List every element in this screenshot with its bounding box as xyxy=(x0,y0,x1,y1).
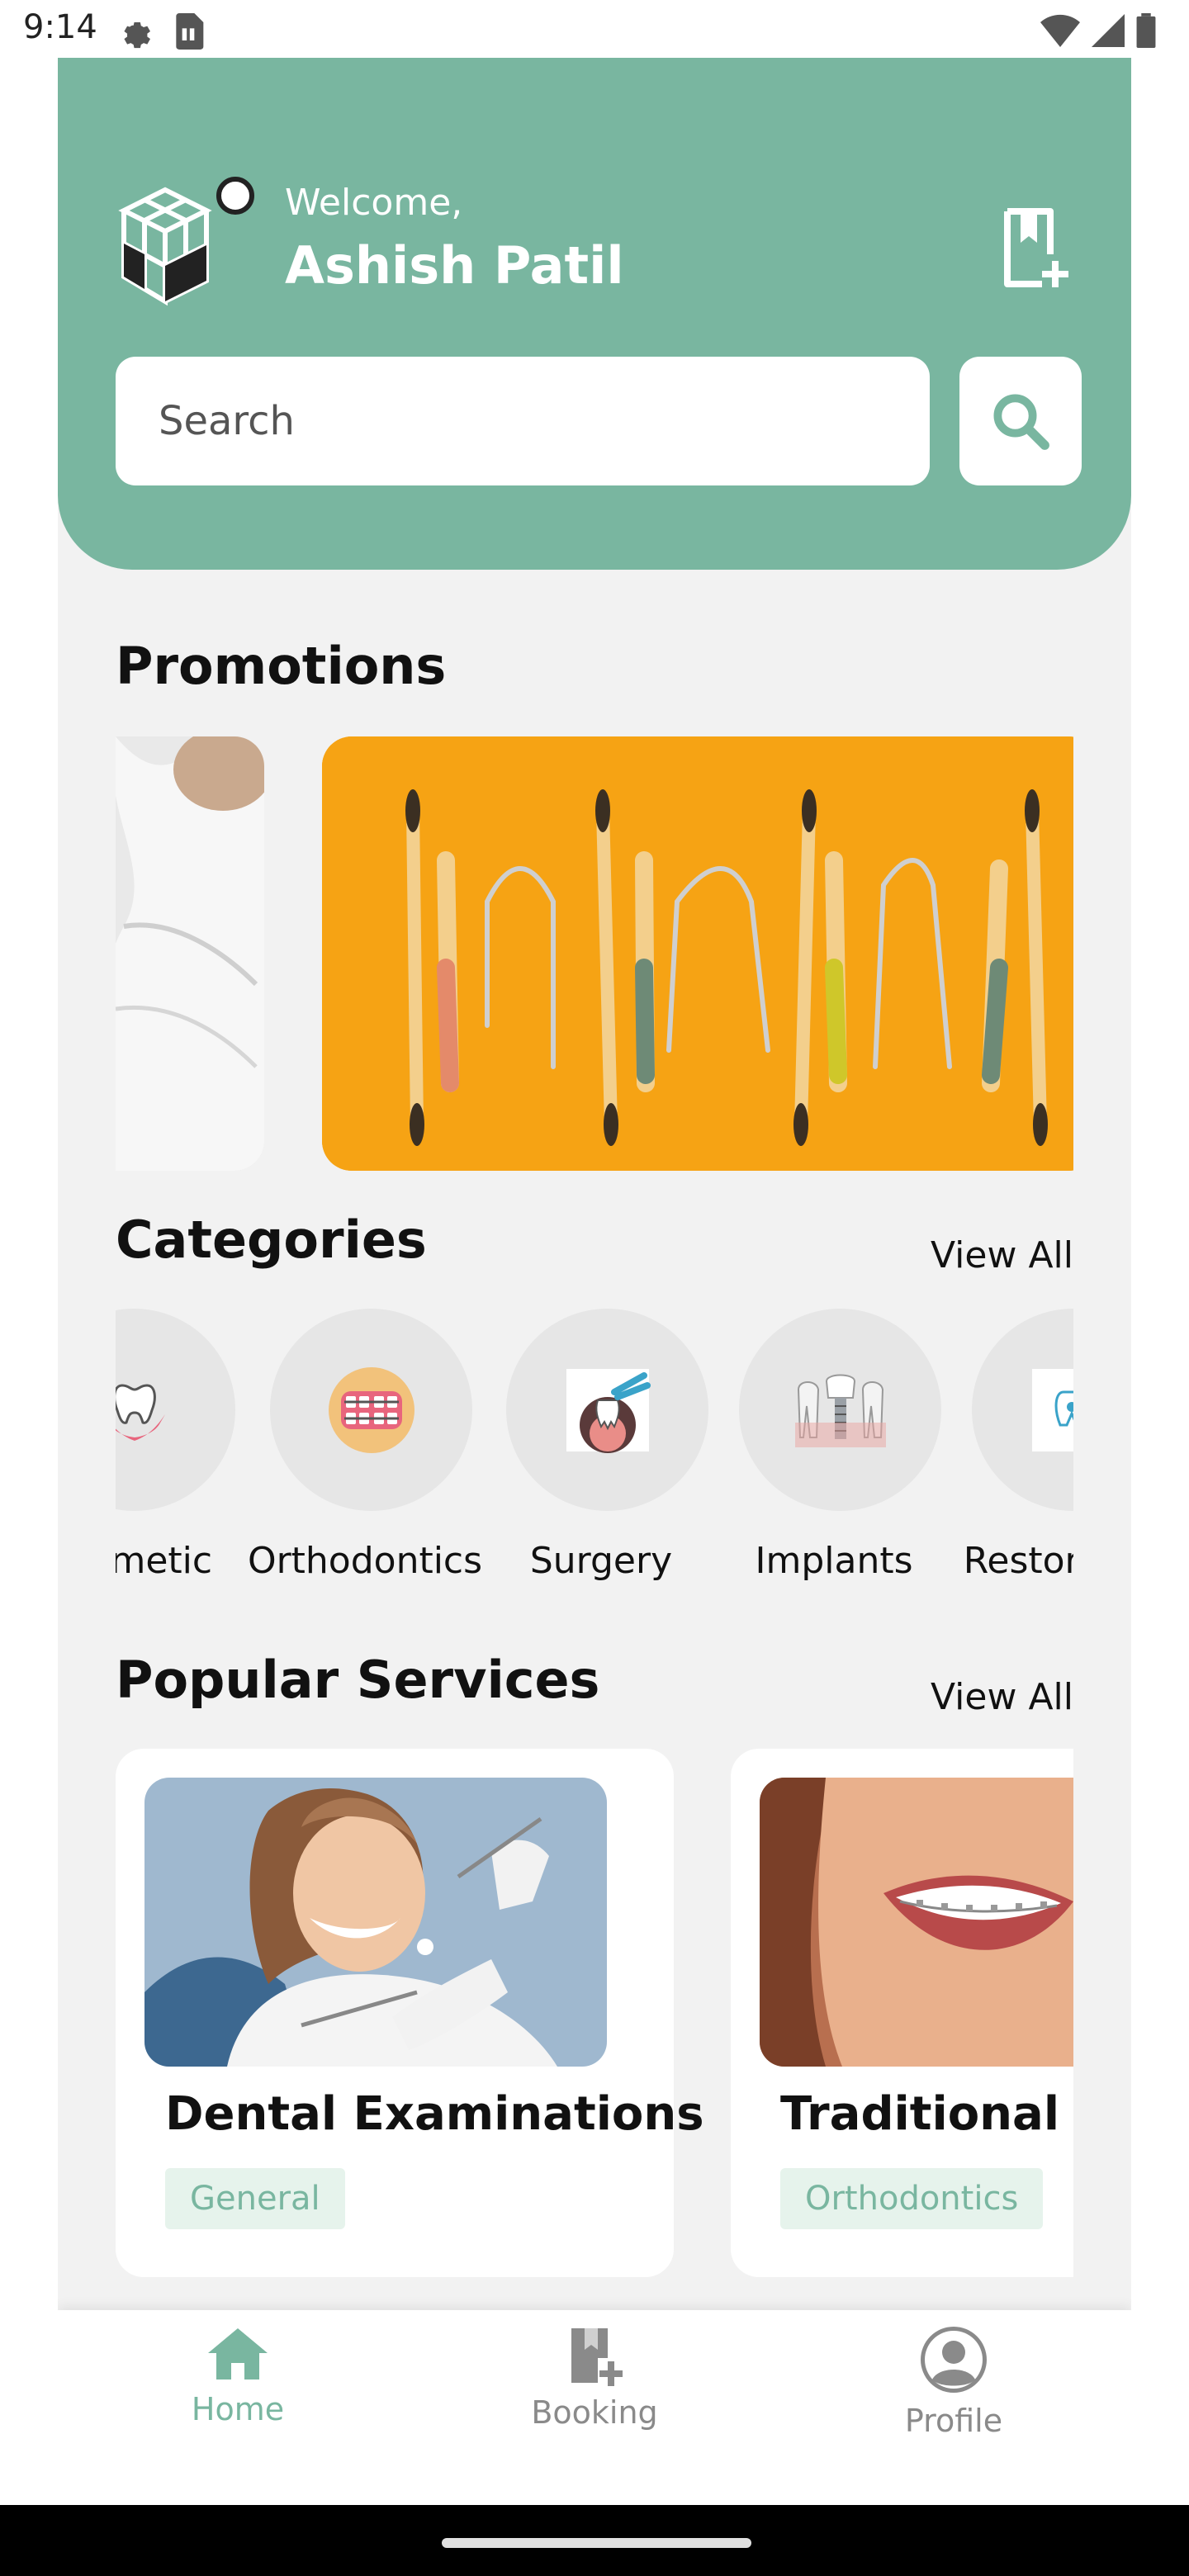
welcome-text: Welcome, xyxy=(285,182,463,224)
app-screen: Welcome, Ashish Patil Promotions xyxy=(58,58,1131,2444)
categories-carousel[interactable]: Cosmetic Orthodontics xyxy=(116,1309,1073,1606)
promotion-card[interactable] xyxy=(322,736,1073,1171)
system-navigation-bar xyxy=(0,2505,1189,2576)
category-item-restorative[interactable]: Restorative xyxy=(959,1309,1073,1606)
header: Welcome, Ashish Patil xyxy=(58,58,1131,570)
dental-examination-image xyxy=(144,1778,607,2067)
category-item-implants[interactable]: Implants xyxy=(727,1309,941,1606)
search-input[interactable] xyxy=(116,357,930,485)
status-bar: 9:14 xyxy=(0,0,1189,59)
bookmark-add-icon xyxy=(1004,208,1068,287)
service-title: Dental Examinations xyxy=(165,2087,704,2141)
username: Ashish Patil xyxy=(285,235,624,296)
service-tag: General xyxy=(165,2168,345,2229)
popular-services-carousel[interactable]: Dental Examinations General Traditional … xyxy=(116,1749,1073,2285)
sim-card-icon xyxy=(176,13,204,50)
popular-services-view-all-link[interactable]: View All xyxy=(931,1676,1073,1718)
category-label: Restorative xyxy=(963,1540,1073,1582)
signal-icon xyxy=(1092,14,1125,47)
categories-title: Categories xyxy=(116,1210,427,1270)
service-tag: Orthodontics xyxy=(780,2168,1044,2229)
popular-services-title: Popular Services xyxy=(116,1650,600,1710)
promotions-title: Promotions xyxy=(116,636,447,696)
promotion-card[interactable] xyxy=(116,736,264,1171)
promotion-image xyxy=(116,736,264,1171)
nav-label: Home xyxy=(191,2391,285,2427)
search-icon xyxy=(993,394,1049,450)
wifi-icon xyxy=(1040,14,1080,47)
service-title: Traditional Braces xyxy=(780,2087,1073,2141)
promotions-carousel[interactable] xyxy=(116,736,1073,1171)
add-booking-button[interactable] xyxy=(999,206,1073,289)
categories-view-all-link[interactable]: View All xyxy=(931,1234,1073,1276)
category-item-orthodontics[interactable]: Orthodontics xyxy=(248,1309,482,1606)
booking-icon xyxy=(571,2328,623,2386)
nav-item-booking[interactable]: Booking xyxy=(471,2325,718,2431)
search-button[interactable] xyxy=(959,357,1082,485)
nav-item-profile[interactable]: Profile xyxy=(830,2325,1078,2439)
status-time: 9:14 xyxy=(23,8,97,46)
service-card[interactable]: Traditional Braces Orthodontics xyxy=(731,1749,1073,2277)
category-item-surgery[interactable]: Surgery xyxy=(494,1309,708,1606)
nav-item-home[interactable]: Home xyxy=(114,2325,362,2427)
braces-icon xyxy=(328,1366,414,1453)
bottom-navigation: Home Booking Profile xyxy=(58,2310,1131,2444)
nav-label: Booking xyxy=(531,2394,658,2431)
service-card[interactable]: Dental Examinations General xyxy=(116,1749,704,2277)
home-icon xyxy=(208,2328,268,2379)
settings-icon xyxy=(124,22,150,49)
traditional-braces-image xyxy=(760,1778,1073,2067)
logo-cubes-icon xyxy=(118,177,254,306)
category-item-cosmetic[interactable]: Cosmetic xyxy=(116,1309,235,1606)
tooth-extraction-icon xyxy=(566,1368,651,1453)
battery-icon xyxy=(1136,13,1156,48)
home-gesture-pill[interactable] xyxy=(442,2538,751,2548)
restorative-tooth-icon xyxy=(1031,1368,1073,1451)
profile-icon xyxy=(921,2327,987,2393)
dental-implant-icon xyxy=(794,1374,886,1447)
tooth-hands-icon xyxy=(116,1383,165,1441)
nav-label: Profile xyxy=(904,2403,1003,2439)
promotion-image xyxy=(322,736,1073,1171)
